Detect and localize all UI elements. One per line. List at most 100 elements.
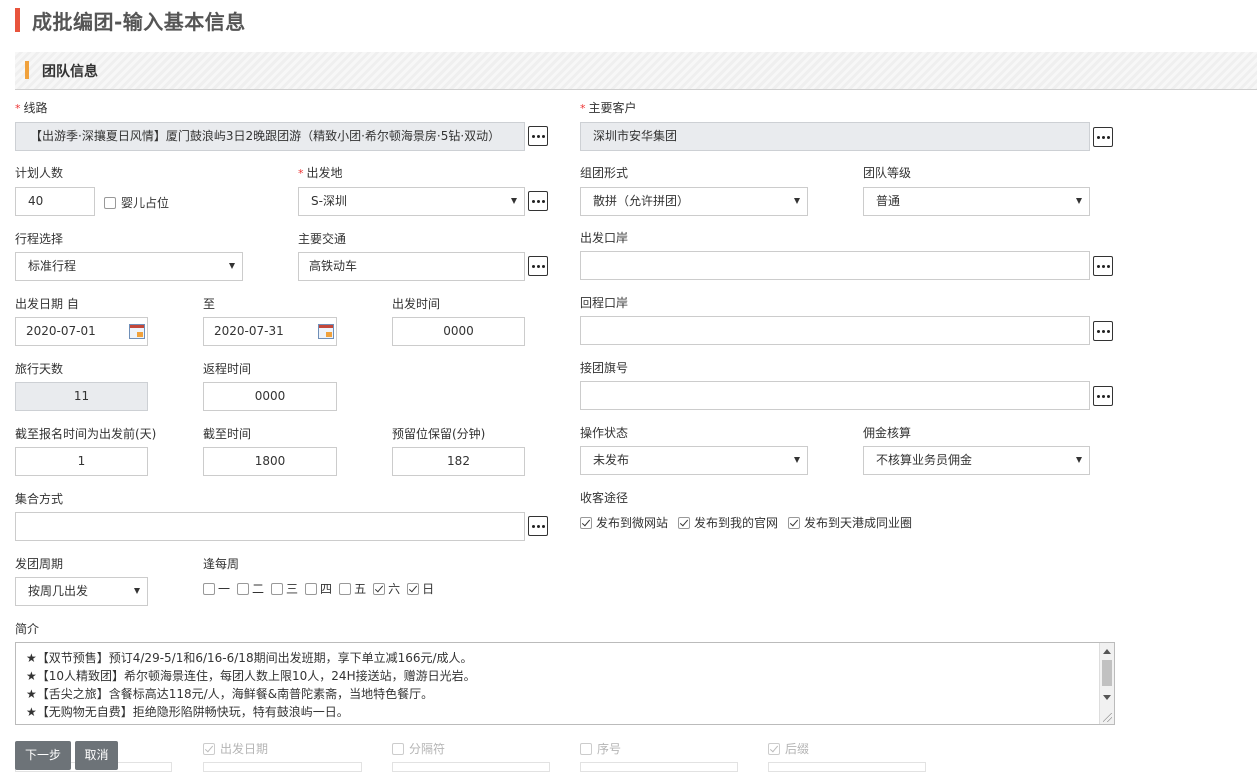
main-customer-input[interactable]: 深圳市安华集团 <box>580 122 1090 151</box>
depart-time-input[interactable]: 0000 <box>392 317 525 346</box>
naming-serial-input[interactable] <box>580 762 738 772</box>
next-button[interactable]: 下一步 <box>15 741 71 770</box>
weekday-label: 二 <box>252 582 265 596</box>
departure-place-more-button[interactable] <box>528 191 548 211</box>
chevron-down-icon <box>794 457 800 463</box>
group-form-select[interactable]: 散拼（允许拼团） <box>580 187 808 216</box>
channel-checkbox-peer-circle[interactable] <box>788 516 801 529</box>
departure-port-input[interactable] <box>580 251 1090 280</box>
date-from-label: 出发日期 自 <box>15 297 79 311</box>
weekday-label: 四 <box>320 582 333 596</box>
cycle-select[interactable]: 按周几出发 <box>15 577 148 606</box>
weekday-checkbox-mon[interactable] <box>203 582 215 595</box>
section-header <box>15 52 1257 90</box>
assembly-label: 集合方式 <box>15 492 64 506</box>
naming-suffix-checkbox[interactable] <box>768 742 780 755</box>
date-to-input[interactable]: 2020-07-31 <box>203 317 337 346</box>
cancel-button[interactable]: 取消 <box>75 741 118 770</box>
scroll-down-icon[interactable] <box>1103 695 1111 700</box>
scroll-up-icon[interactable] <box>1103 649 1111 654</box>
naming-separator-label: 分隔符 <box>409 742 446 756</box>
op-status-select[interactable]: 未发布 <box>580 446 808 475</box>
naming-suffix: 后缀 <box>768 740 809 757</box>
channels-label: 收客途径 <box>580 491 629 505</box>
assembly-more-button[interactable] <box>528 516 548 536</box>
naming-date-input[interactable] <box>203 762 362 772</box>
departure-place-label: * 出发地 <box>298 166 343 180</box>
page-title-accent <box>15 8 20 32</box>
channel-label: 发布到微网站 <box>596 516 669 530</box>
naming-separator: 分隔符 <box>392 740 445 757</box>
date-to-label: 至 <box>203 297 216 311</box>
naming-separator-input[interactable] <box>392 762 550 772</box>
main-customer-label: * 主要客户 <box>580 101 637 115</box>
return-time-input[interactable]: 0000 <box>203 382 337 411</box>
intro-textarea[interactable]: ★【双节预售】预订4/29-5/1和6/16-6/18期间出发班期，享下单立减1… <box>15 642 1115 725</box>
channel-label: 发布到天港成同业圈 <box>804 516 913 530</box>
route-more-button[interactable] <box>528 126 548 146</box>
planned-count-input[interactable]: 40 <box>15 187 95 216</box>
intro-scrollbar[interactable] <box>1099 643 1114 724</box>
infant-seat-option[interactable]: 婴儿占位 <box>104 194 169 211</box>
route-input[interactable]: 【出游季·深攘夏日风情】厦门鼓浪屿3日2晚跟团游（精致小团·希尔顿海景房·5钻·… <box>15 122 525 151</box>
calendar-icon[interactable] <box>318 324 334 339</box>
flag-no-more-button[interactable] <box>1093 386 1113 406</box>
channel-checkbox-my-site[interactable] <box>678 516 691 529</box>
flag-no-input[interactable] <box>580 381 1090 410</box>
resize-grip-icon[interactable] <box>1103 713 1112 722</box>
departure-port-more-button[interactable] <box>1093 256 1113 276</box>
weekday-label: 一 <box>218 582 231 596</box>
itinerary-select[interactable]: 标准行程 <box>15 252 243 281</box>
assembly-input[interactable] <box>15 512 525 541</box>
scroll-thumb[interactable] <box>1102 660 1112 686</box>
section-accent <box>25 61 29 79</box>
naming-suffix-label: 后缀 <box>785 742 810 756</box>
departure-place-select[interactable]: S-深圳 <box>298 187 525 216</box>
flag-no-label: 接团旗号 <box>580 361 629 375</box>
deadline-time-input[interactable]: 1800 <box>203 447 337 476</box>
chevron-down-icon <box>134 588 140 594</box>
chevron-down-icon <box>1076 457 1082 463</box>
op-status-label: 操作状态 <box>580 426 629 440</box>
calendar-icon[interactable] <box>129 324 145 339</box>
travel-days-input: 11 <box>15 382 148 411</box>
transport-more-button[interactable] <box>528 256 548 276</box>
hold-minutes-input[interactable]: 182 <box>392 447 525 476</box>
naming-separator-checkbox[interactable] <box>392 742 404 755</box>
return-port-more-button[interactable] <box>1093 321 1113 341</box>
naming-serial-checkbox[interactable] <box>580 742 592 755</box>
intro-line: ★【舌尖之旅】含餐标高达118元/人，海鲜餐&南普陀素斋，当地特色餐厅。 <box>26 687 434 701</box>
weekday-label: 六 <box>388 582 401 596</box>
chevron-down-icon <box>794 198 800 204</box>
depart-time-label: 出发时间 <box>392 297 441 311</box>
weekday-checkbox-wed[interactable] <box>271 582 284 595</box>
group-level-select[interactable]: 普通 <box>863 187 1090 216</box>
channel-label: 发布到我的官网 <box>694 516 779 530</box>
main-customer-more-button[interactable] <box>1093 127 1113 147</box>
weekday-checkbox-sat[interactable] <box>373 582 386 595</box>
weekday-label: 三 <box>286 582 299 596</box>
infant-seat-checkbox[interactable] <box>104 196 116 209</box>
transport-input[interactable]: 高铁动车 <box>298 252 525 281</box>
intro-line: ★【10人精致团】希尔顿海景连住，每团人数上限10人，24H接送站，赠游日光岩。 <box>26 669 476 683</box>
weekday-checkbox-thu[interactable] <box>305 582 318 595</box>
naming-date: 出发日期 <box>203 740 268 757</box>
channel-checkbox-wechat-site[interactable] <box>580 516 592 529</box>
weekday-group: 一 二 三 四 五 六 日 <box>203 580 434 597</box>
group-form-label: 组团形式 <box>580 166 629 180</box>
date-from-input[interactable]: 2020-07-01 <box>15 317 148 346</box>
travel-days-label: 旅行天数 <box>15 362 64 376</box>
naming-serial-label: 序号 <box>597 742 622 756</box>
return-port-input[interactable] <box>580 316 1090 345</box>
naming-date-label: 出发日期 <box>220 742 269 756</box>
naming-suffix-input[interactable] <box>768 762 926 772</box>
weekday-checkbox-tue[interactable] <box>237 582 250 595</box>
weekday-checkbox-fri[interactable] <box>339 582 352 595</box>
itinerary-label: 行程选择 <box>15 232 64 246</box>
signup-deadline-input[interactable]: 1 <box>15 447 148 476</box>
planned-count-label: 计划人数 <box>15 166 64 180</box>
commission-select[interactable]: 不核算业务员佣金 <box>863 446 1090 475</box>
intro-line: ★【双节预售】预订4/29-5/1和6/16-6/18期间出发班期，享下单立减1… <box>26 651 473 665</box>
weekday-checkbox-sun[interactable] <box>407 582 420 595</box>
naming-date-checkbox[interactable] <box>203 742 215 755</box>
